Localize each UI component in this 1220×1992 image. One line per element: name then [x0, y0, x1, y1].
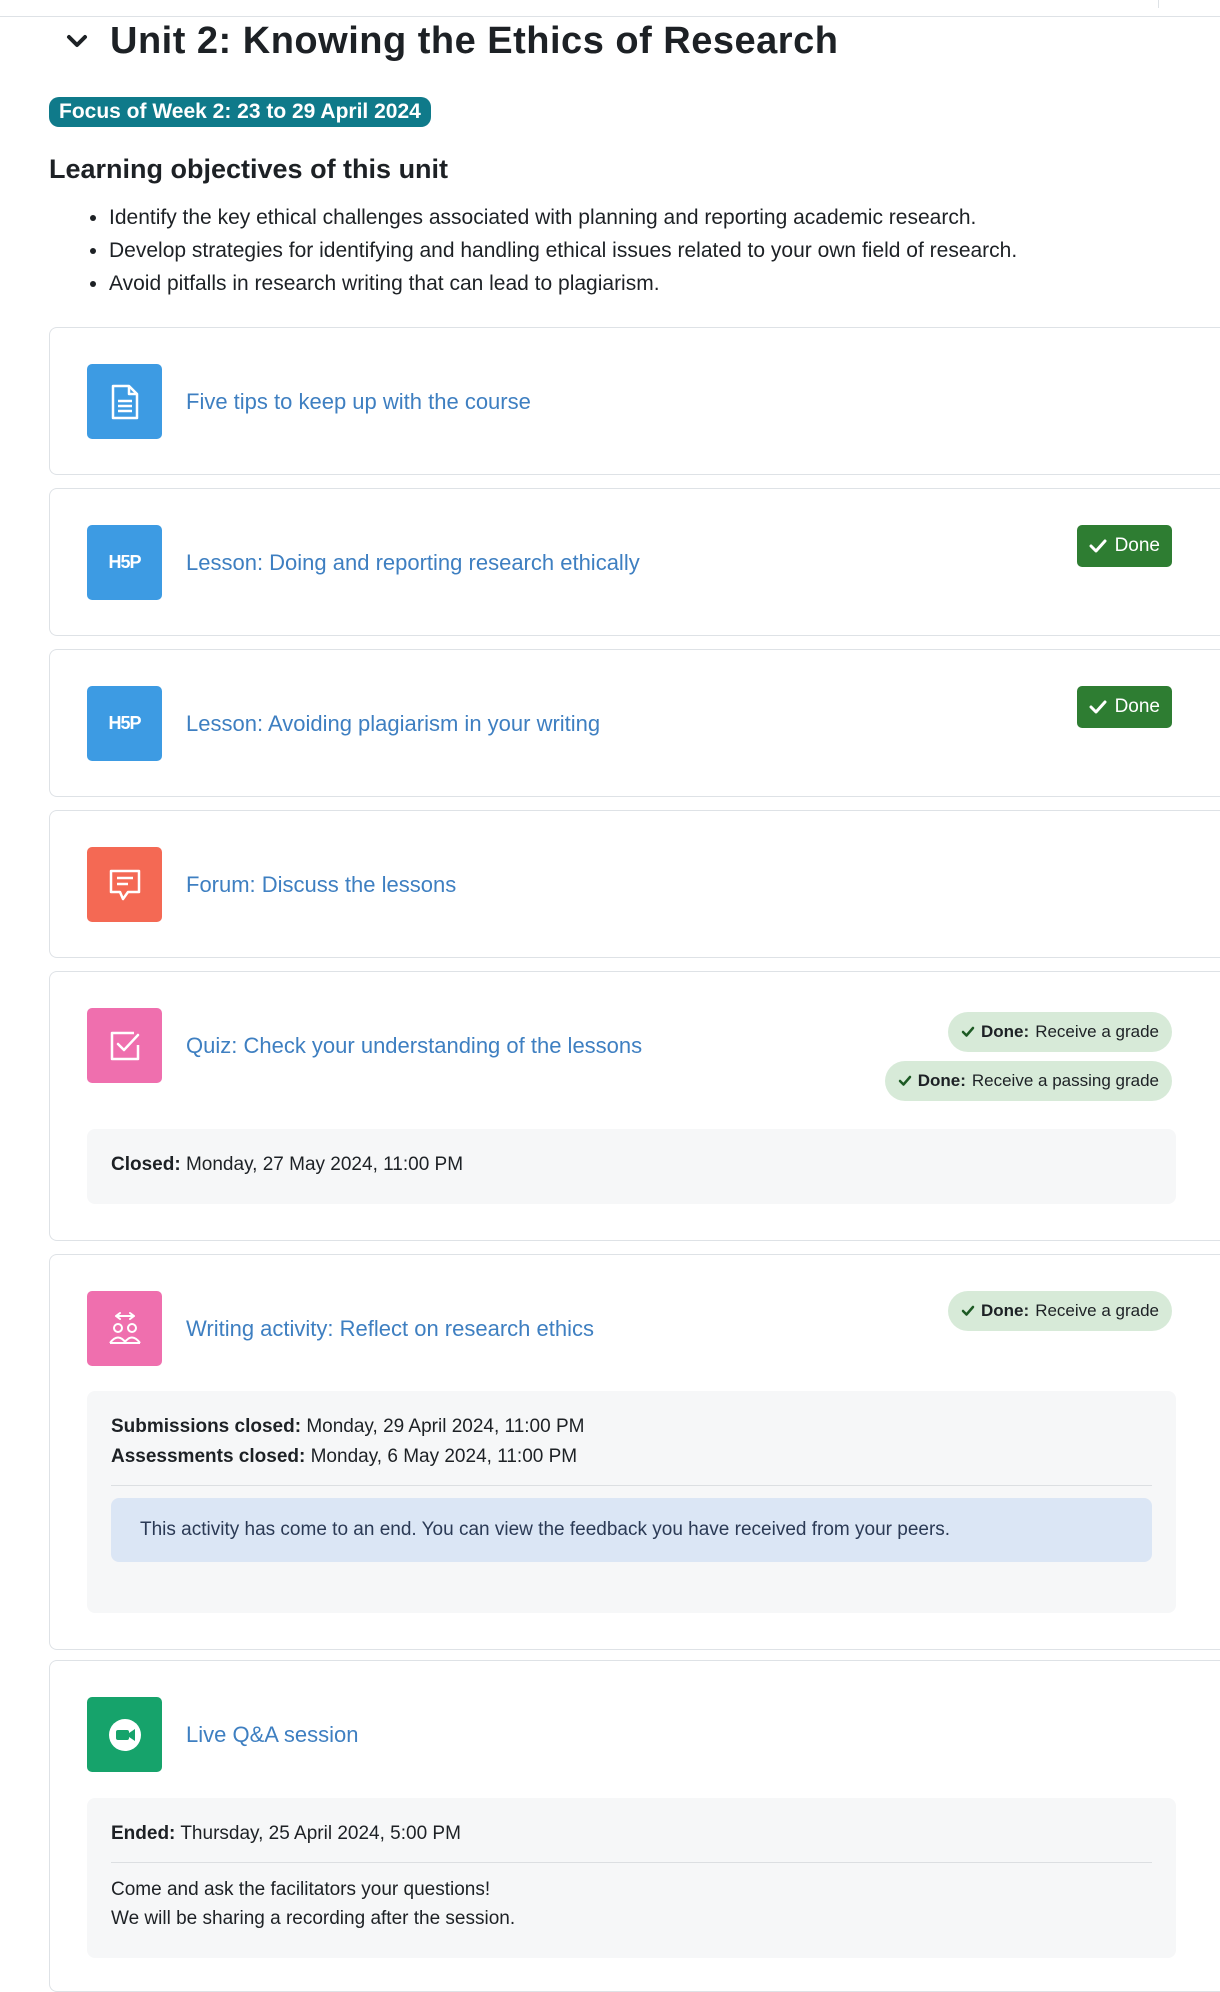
completion-text: Receive a passing grade — [971, 1071, 1159, 1090]
activity-link[interactable]: Lesson: Avoiding plagiarism in your writ… — [186, 711, 600, 737]
activity-link[interactable]: Live Q&A session — [186, 1722, 358, 1748]
date-line: Ended: Thursday, 25 April 2024, 5:00 PM — [111, 1823, 461, 1845]
activity-link[interactable]: Five tips to keep up with the course — [186, 389, 531, 415]
activity-card: Quiz: Check your understanding of the le… — [49, 971, 1220, 1241]
activity-dates: Submissions closed: Monday, 29 April 202… — [87, 1391, 1176, 1613]
date-line: Assessments closed: Monday, 6 May 2024, … — [111, 1446, 577, 1468]
activity-card: Forum: Discuss the lessons — [49, 810, 1220, 958]
date-value: Monday, 6 May 2024, 11:00 PM — [310, 1446, 578, 1467]
activity-card: Five tips to keep up with the course — [49, 327, 1220, 475]
check-icon — [961, 1026, 975, 1037]
completion-badge: Done: Receive a grade — [948, 1012, 1172, 1052]
date-value: Thursday, 25 April 2024, 5:00 PM — [180, 1823, 461, 1844]
date-label: Assessments closed: — [111, 1446, 306, 1467]
activity-alert: This activity has come to an end. You ca… — [111, 1498, 1152, 1562]
quiz-icon[interactable] — [87, 1008, 162, 1083]
divider — [111, 1485, 1152, 1486]
completion-label: Done: — [917, 1071, 966, 1090]
completion-badge: Done: Receive a passing grade — [884, 1061, 1172, 1101]
activity-link[interactable]: Forum: Discuss the lessons — [186, 872, 456, 898]
completion-label: Done: — [981, 1301, 1030, 1320]
h5p-icon-label: H5P — [108, 552, 141, 572]
h5p-icon[interactable]: H5P — [87, 686, 162, 761]
chevron-down-icon — [67, 35, 87, 47]
page-icon[interactable] — [87, 364, 162, 439]
activity-link[interactable]: Writing activity: Reflect on research et… — [186, 1316, 594, 1342]
unit-header: Unit 2: Knowing the Ethics of Research — [60, 22, 838, 60]
check-icon — [898, 1075, 911, 1086]
description-line: Come and ask the facilitators your quest… — [111, 1879, 491, 1900]
divider — [111, 1862, 1152, 1863]
activity-link[interactable]: Quiz: Check your understanding of the le… — [186, 1033, 642, 1059]
done-button[interactable]: Done — [1076, 686, 1172, 728]
activity-card: H5P Lesson: Avoiding plagiarism in your … — [49, 649, 1220, 797]
objective-item: Develop strategies for identifying and h… — [109, 234, 1017, 267]
objectives-heading: Learning objectives of this unit — [49, 154, 449, 184]
objective-item: Identify the key ethical challenges asso… — [109, 201, 1017, 234]
h5p-icon-label: H5P — [108, 713, 141, 733]
unit-title: Unit 2: Knowing the Ethics of Research — [110, 20, 839, 62]
date-value: Monday, 27 May 2024, 11:00 PM — [185, 1154, 464, 1175]
h5p-icon[interactable]: H5P — [87, 525, 162, 600]
activity-card: Writing activity: Reflect on research et… — [49, 1254, 1220, 1650]
done-label: Done — [1114, 696, 1160, 717]
activity-card: Live Q&A session Ended: Thursday, 25 Apr… — [49, 1660, 1220, 1992]
topbar-divider — [1158, 0, 1159, 8]
date-line: Closed: Monday, 27 May 2024, 11:00 PM — [111, 1154, 463, 1176]
done-label: Done — [1114, 535, 1160, 556]
workshop-icon[interactable] — [87, 1291, 162, 1366]
activity-dates: Closed: Monday, 27 May 2024, 11:00 PM — [87, 1129, 1176, 1204]
date-line: Submissions closed: Monday, 29 April 202… — [111, 1416, 584, 1438]
completion-text: Receive a grade — [1035, 1022, 1159, 1041]
activity-card: H5P Lesson: Doing and reporting research… — [49, 488, 1220, 636]
activity-dates: Ended: Thursday, 25 April 2024, 5:00 PM … — [87, 1798, 1176, 1958]
collapse-section-button[interactable] — [60, 24, 94, 58]
week-badge: Focus of Week 2: 23 to 29 April 2024 — [49, 97, 431, 127]
activity-link[interactable]: Lesson: Doing and reporting research eth… — [186, 550, 640, 576]
check-icon — [1089, 700, 1107, 714]
date-label: Closed: — [111, 1154, 181, 1175]
date-value: Monday, 29 April 2024, 11:00 PM — [306, 1416, 585, 1437]
completion-label: Done: — [981, 1022, 1030, 1041]
description-line: We will be sharing a recording after the… — [111, 1908, 516, 1929]
objective-item: Avoid pitfalls in research writing that … — [109, 267, 1017, 300]
top-bar — [0, 0, 1220, 17]
completion-badge: Done: Receive a grade — [948, 1291, 1172, 1331]
video-meeting-icon[interactable] — [87, 1697, 162, 1772]
done-button[interactable]: Done — [1076, 525, 1172, 567]
objectives-list: Identify the key ethical challenges asso… — [83, 201, 1017, 300]
completion-text: Receive a grade — [1035, 1301, 1159, 1320]
forum-icon[interactable] — [87, 847, 162, 922]
check-icon — [1089, 539, 1107, 553]
date-label: Submissions closed: — [111, 1416, 302, 1437]
date-label: Ended: — [111, 1823, 176, 1844]
check-icon — [961, 1305, 975, 1316]
